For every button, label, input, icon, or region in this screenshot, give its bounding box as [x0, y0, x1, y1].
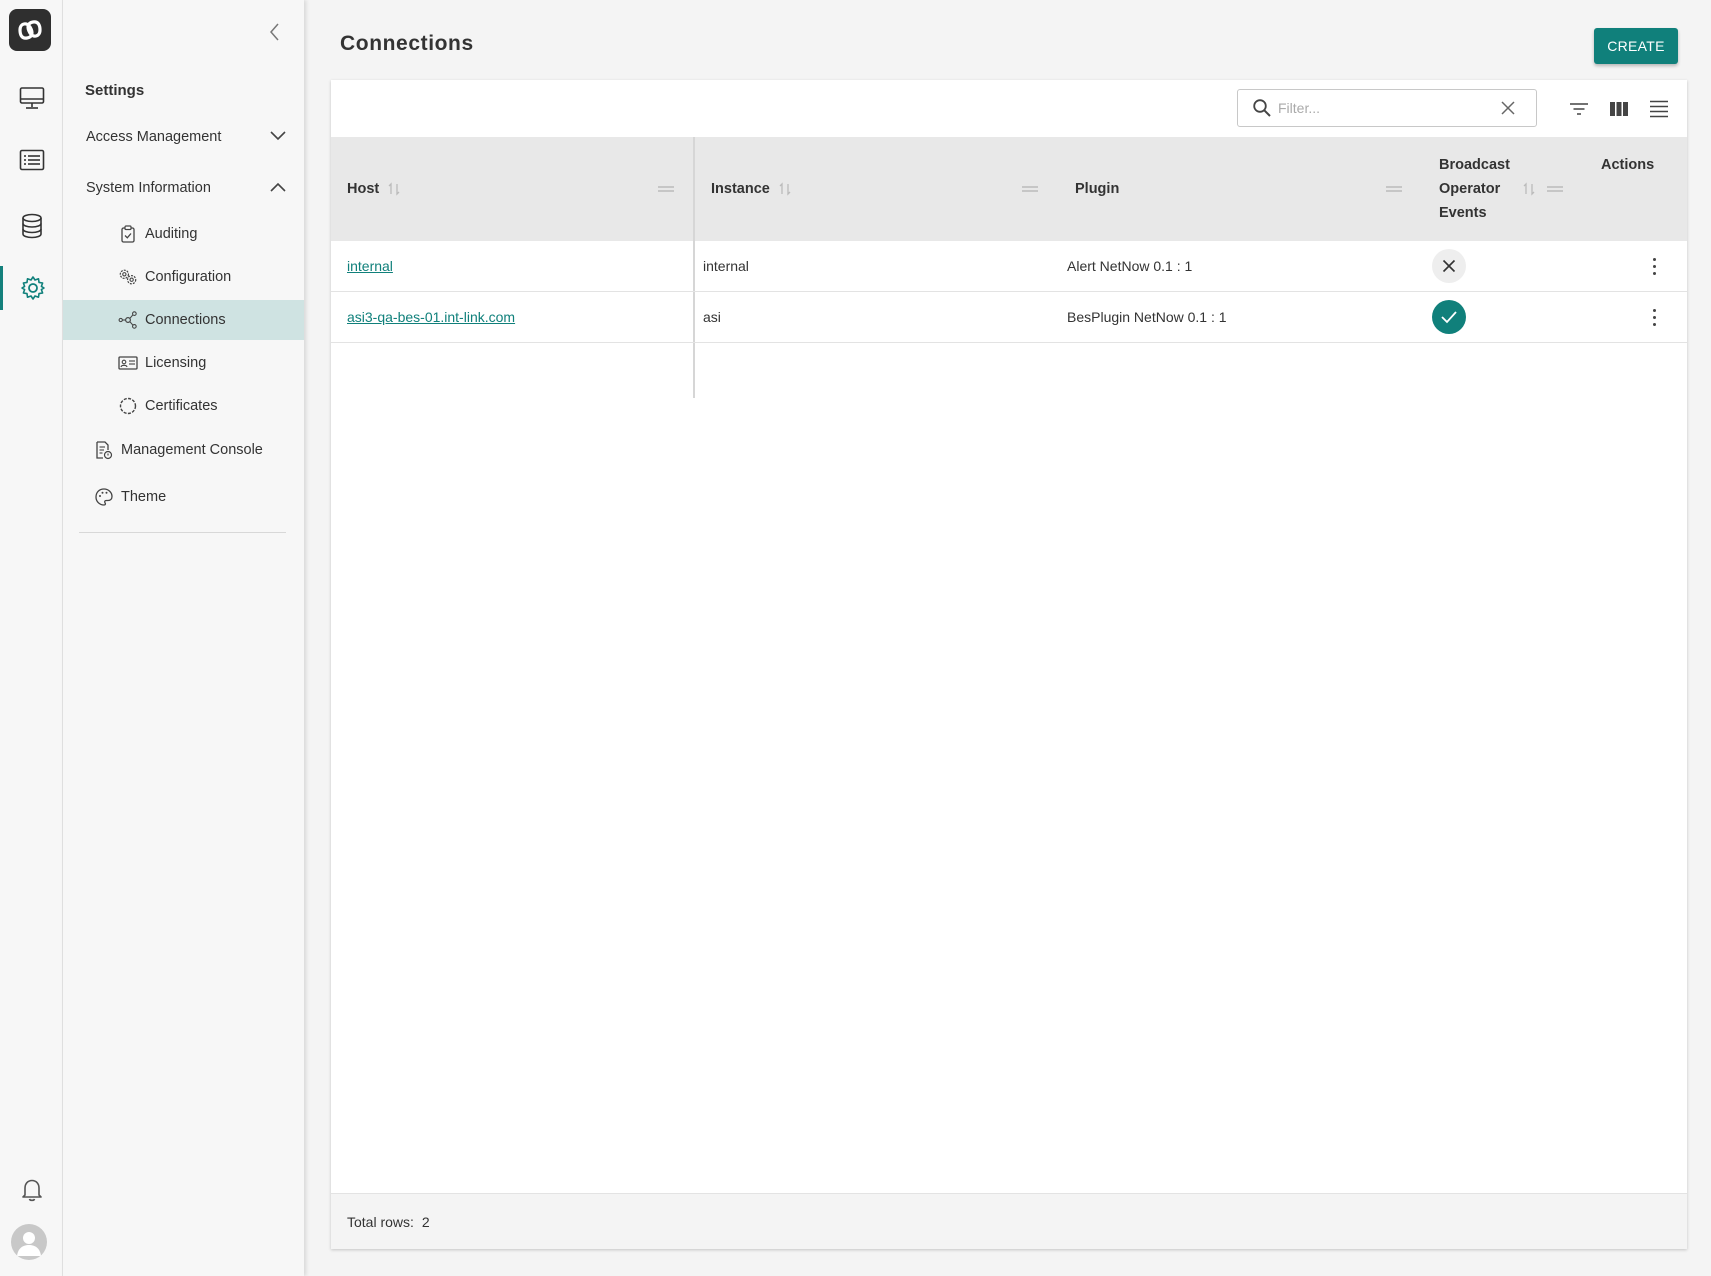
drag-handle-icon[interactable] [1386, 137, 1406, 241]
sidebar-item-label: Connections [145, 312, 226, 328]
icon-rail [0, 0, 63, 1276]
chevron-down-icon [270, 129, 286, 145]
app-logo-icon[interactable] [9, 9, 51, 51]
sidebar-item-label: Licensing [145, 355, 207, 371]
sidebar-item-theme[interactable]: Theme [63, 477, 304, 517]
page-title: Connections [340, 32, 474, 55]
columns-icon[interactable] [1607, 97, 1631, 121]
clear-filter-close-icon[interactable] [1500, 100, 1516, 116]
column-header-broadcast-operator-events[interactable]: Broadcast Operator Events [1439, 137, 1510, 241]
column-header-label: Events [1439, 205, 1487, 221]
column-header-label: Instance [711, 181, 770, 197]
clipboard-check-icon [118, 224, 138, 244]
search-icon [1252, 98, 1272, 118]
broadcast-cell [1432, 241, 1466, 291]
instance-cell: asi [703, 309, 721, 325]
sidebar-item-certificates[interactable]: Certificates [63, 386, 304, 426]
monitor-icon[interactable] [0, 76, 63, 120]
sort-arrows-icon[interactable] [1523, 137, 1537, 241]
column-header-instance[interactable]: Instance [711, 137, 791, 241]
sidebar-divider [79, 532, 286, 533]
sidebar-item-auditing[interactable]: Auditing [63, 214, 304, 254]
table-row[interactable]: internal internal Alert NetNow 0.1 : 1 [331, 241, 1687, 292]
user-avatar-icon[interactable] [11, 1224, 47, 1260]
total-rows-label: Total rows: [347, 1213, 414, 1230]
gears-icon [118, 267, 138, 287]
sort-arrows-icon[interactable] [779, 182, 791, 196]
table-row[interactable]: asi3-qa-bes-01.int-link.com asi BesPlugi… [331, 292, 1687, 343]
sidebar-item-label: Theme [121, 489, 167, 505]
column-header-label: Broadcast [1439, 157, 1510, 173]
drag-handle-icon[interactable] [1022, 137, 1042, 241]
sidebar-item-label: System Information [86, 180, 211, 196]
drag-handle-icon[interactable] [658, 137, 678, 241]
column-header-actions: Actions [1601, 137, 1654, 241]
settings-sidebar: Settings Access Management System Inform… [63, 0, 304, 1276]
total-rows-value: 2 [421, 1213, 430, 1230]
sidebar-item-connections[interactable]: Connections [63, 300, 304, 340]
sidebar-item-label: Auditing [145, 226, 198, 242]
table-toolbar [331, 80, 1687, 137]
column-header-label: Actions [1601, 157, 1655, 173]
sidebar-item-licensing[interactable]: Licensing [63, 343, 304, 383]
sidebar-title: Settings [85, 82, 145, 99]
palette-icon [94, 487, 114, 507]
collapse-sidebar-chevron-left-icon[interactable] [263, 18, 287, 46]
filter-input[interactable] [1278, 100, 1488, 116]
sidebar-item-system-information[interactable]: System Information [63, 168, 304, 208]
density-lines-icon[interactable] [1647, 97, 1671, 121]
sidebar-item-configuration[interactable]: Configuration [63, 257, 304, 297]
chevron-up-icon [270, 180, 286, 196]
host-link[interactable]: asi3-qa-bes-01.int-link.com [347, 309, 515, 325]
database-icon[interactable] [0, 204, 63, 248]
drag-handle-icon[interactable] [1547, 137, 1567, 241]
filter-lines-icon[interactable] [1567, 97, 1591, 121]
sidebar-item-label: Certificates [145, 398, 218, 414]
sidebar-item-access-management[interactable]: Access Management [63, 117, 304, 157]
sidebar-item-label: Configuration [145, 269, 232, 285]
x-mark-icon [1432, 249, 1466, 283]
gear-icon[interactable] [0, 266, 63, 310]
list-icon[interactable] [0, 138, 63, 182]
certificate-icon [118, 396, 138, 416]
host-link[interactable]: internal [347, 258, 393, 274]
plugin-cell: Alert NetNow 0.1 : 1 [1067, 258, 1193, 274]
column-header-host[interactable]: Host [347, 137, 400, 241]
table-header: Host Instance Plugin Broadcast Operator … [331, 137, 1687, 241]
id-card-icon [118, 353, 138, 373]
instance-cell: internal [703, 258, 749, 274]
column-header-plugin[interactable]: Plugin [1075, 137, 1119, 241]
console-doc-icon [94, 440, 114, 460]
sort-arrows-icon[interactable] [388, 182, 400, 196]
column-header-label: Host [347, 181, 380, 197]
column-header-label: Plugin [1075, 181, 1120, 197]
filter-box [1237, 89, 1537, 127]
sidebar-item-management-console[interactable]: Management Console [63, 430, 304, 470]
bell-icon[interactable] [0, 1168, 63, 1212]
broadcast-cell [1432, 292, 1466, 342]
connections-table-card: Host Instance Plugin Broadcast Operator … [331, 80, 1687, 1249]
create-button[interactable]: CREATE [1594, 28, 1678, 64]
row-actions-kebab-icon[interactable] [1644, 292, 1664, 342]
column-header-label: Operator [1439, 181, 1501, 197]
check-mark-icon [1432, 300, 1466, 334]
sidebar-item-label: Access Management [86, 129, 222, 145]
sidebar-item-label: Management Console [121, 442, 263, 458]
table-footer: Total rows: 2 [331, 1193, 1687, 1249]
plugin-cell: BesPlugin NetNow 0.1 : 1 [1067, 309, 1227, 325]
network-icon [118, 310, 138, 330]
row-actions-kebab-icon[interactable] [1644, 241, 1664, 291]
